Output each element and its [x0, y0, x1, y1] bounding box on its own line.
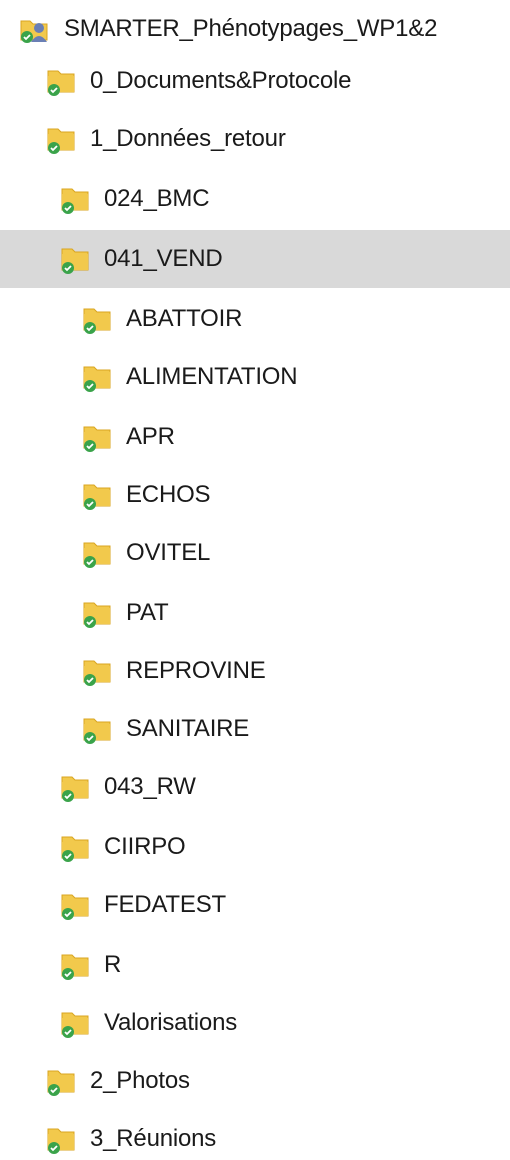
tree-item[interactable]: ABATTOIR	[0, 290, 510, 348]
tree-item-label: OVITEL	[126, 539, 211, 566]
folder-sync-icon	[44, 64, 78, 98]
folder-tree: SMARTER_Phénotypages_WP1&2 0_Documents&P…	[0, 0, 510, 1160]
tree-item-label: 2_Photos	[90, 1067, 190, 1094]
tree-item-label: 043_RW	[104, 773, 196, 800]
folder-sync-icon	[80, 536, 114, 570]
folder-sync-icon	[44, 1122, 78, 1156]
tree-item[interactable]: 043_RW	[0, 758, 510, 816]
folder-sync-icon	[80, 712, 114, 746]
tree-item-label: Valorisations	[104, 1009, 238, 1036]
tree-item-label: SANITAIRE	[126, 715, 250, 742]
tree-item-label: 3_Réunions	[90, 1125, 217, 1152]
tree-item[interactable]: 024_BMC	[0, 170, 510, 228]
tree-item[interactable]: REPROVINE	[0, 642, 510, 700]
tree-item-label: CIIRPO	[104, 833, 186, 860]
tree-root-item[interactable]: SMARTER_Phénotypages_WP1&2	[0, 0, 510, 58]
tree-item[interactable]: 3_Réunions	[0, 1110, 510, 1160]
tree-item[interactable]: ALIMENTATION	[0, 348, 510, 406]
tree-item[interactable]: APR	[0, 408, 510, 466]
tree-item-label: SMARTER_Phénotypages_WP1&2	[64, 15, 438, 42]
folder-sync-icon	[80, 654, 114, 688]
folder-sync-icon	[80, 596, 114, 630]
tree-item[interactable]: 0_Documents&Protocole	[0, 52, 510, 110]
tree-item-label: PAT	[126, 599, 169, 626]
tree-item[interactable]: Valorisations	[0, 994, 510, 1052]
folder-sync-icon	[58, 770, 92, 804]
folder-sync-icon	[58, 888, 92, 922]
tree-item[interactable]: 2_Photos	[0, 1052, 510, 1110]
tree-item[interactable]: 041_VEND	[0, 230, 510, 288]
tree-item[interactable]: R	[0, 936, 510, 994]
folder-sync-icon	[80, 302, 114, 336]
tree-item-label: 041_VEND	[104, 245, 223, 272]
folder-sync-icon	[44, 1064, 78, 1098]
shared-folder-icon	[18, 12, 52, 46]
folder-sync-icon	[58, 182, 92, 216]
folder-sync-icon	[58, 242, 92, 276]
folder-sync-icon	[58, 830, 92, 864]
folder-sync-icon	[80, 478, 114, 512]
tree-item-label: 0_Documents&Protocole	[90, 67, 352, 94]
tree-item-label: ALIMENTATION	[126, 363, 298, 390]
tree-item-label: 024_BMC	[104, 185, 210, 212]
folder-sync-icon	[44, 122, 78, 156]
tree-item[interactable]: FEDATEST	[0, 876, 510, 934]
folder-sync-icon	[80, 360, 114, 394]
tree-item[interactable]: 1_Données_retour	[0, 110, 510, 168]
tree-item[interactable]: PAT	[0, 584, 510, 642]
tree-item[interactable]: CIIRPO	[0, 818, 510, 876]
folder-sync-icon	[58, 948, 92, 982]
tree-item-label: REPROVINE	[126, 657, 266, 684]
folder-sync-icon	[58, 1006, 92, 1040]
tree-item-label: ECHOS	[126, 481, 211, 508]
tree-item[interactable]: ECHOS	[0, 466, 510, 524]
tree-item-label: R	[104, 951, 122, 978]
tree-item[interactable]: OVITEL	[0, 524, 510, 582]
tree-item-label: ABATTOIR	[126, 305, 243, 332]
tree-item[interactable]: SANITAIRE	[0, 700, 510, 758]
tree-item-label: 1_Données_retour	[90, 125, 286, 152]
folder-sync-icon	[80, 420, 114, 454]
tree-item-label: APR	[126, 423, 175, 450]
tree-item-label: FEDATEST	[104, 891, 226, 918]
